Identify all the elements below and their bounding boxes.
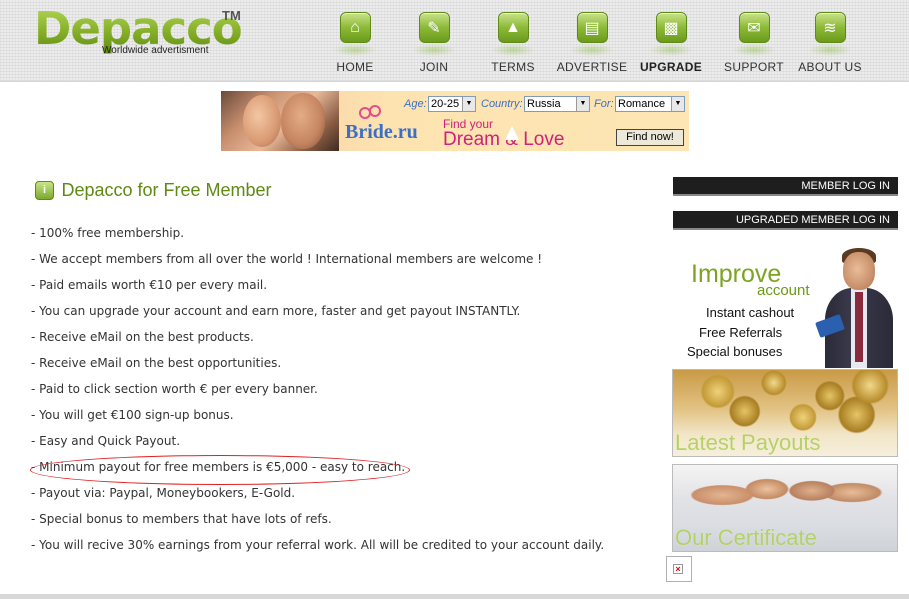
benefit-item: - You will get €100 sign-up bonus.: [31, 408, 234, 422]
woman-face: [243, 95, 281, 147]
nav-glow: [412, 44, 456, 56]
rss-icon: ≋: [814, 12, 846, 43]
benefit-item: - Payout via: Paypal, Moneybookers, E-Go…: [31, 486, 296, 500]
nav-glow: [808, 44, 852, 56]
couple-photo: [221, 91, 339, 151]
benefit-item: - You will recive 30% earnings from your…: [31, 538, 605, 552]
nav-upgrade[interactable]: ▩ UPGRADE: [631, 8, 711, 74]
age-label: Age:: [404, 98, 427, 110]
benefit-item: - Paid emails worth €10 per every mail.: [31, 278, 268, 292]
latest-payouts-label: Latest Payouts: [675, 430, 821, 455]
red-highlight-circle: [30, 455, 410, 485]
info-icon: i: [35, 181, 54, 200]
businessman-image: [815, 246, 893, 368]
improve-account-promo[interactable]: Improve account Instant cashout Free Ref…: [673, 240, 898, 368]
support-icon: ✉: [738, 12, 770, 43]
upgrade-icon: ▩: [655, 12, 687, 43]
benefit-item: - Paid to click section worth € per ever…: [31, 382, 318, 396]
nav-glow: [570, 44, 614, 56]
dropdown-arrow-icon: ▼: [671, 97, 684, 111]
header: Depacco TM Worldwide advertisment ⌂ HOME…: [0, 0, 909, 82]
benefit-item: - Receive eMail on the best opportunitie…: [31, 356, 282, 370]
nav-label: HOME: [336, 60, 374, 74]
nav-support[interactable]: ✉ SUPPORT: [714, 8, 794, 74]
age-value: 20-25: [431, 98, 460, 110]
cart-icon: ▤: [576, 12, 608, 43]
main-nav: ⌂ HOME ✎ JOIN ▲ TERMS ▤ ADVERTISE ▩ UPGR…: [0, 8, 909, 78]
country-select[interactable]: Russia ▼: [524, 96, 590, 112]
page-title: i Depacco for Free Member: [35, 180, 272, 208]
member-login-button[interactable]: MEMBER LOG IN: [673, 177, 898, 196]
benefit-item: - 100% free membership.: [31, 226, 185, 240]
improve-line: Special bonuses: [687, 344, 783, 359]
benefit-item: - Easy and Quick Payout.: [31, 434, 181, 448]
upgraded-member-login-button[interactable]: UPGRADED MEMBER LOG IN: [673, 211, 898, 230]
page-title-text: Depacco for Free Member: [61, 180, 272, 200]
nav-home[interactable]: ⌂ HOME: [315, 8, 395, 74]
nav-label: SUPPORT: [724, 60, 784, 74]
nav-join[interactable]: ✎ JOIN: [394, 8, 474, 74]
age-select[interactable]: 20-25 ▼: [428, 96, 476, 112]
benefits-list: - 100% free membership. - We accept memb…: [31, 224, 651, 562]
find-now-button[interactable]: Find now!: [616, 129, 684, 146]
nav-glow: [333, 44, 377, 56]
for-value: Romance: [618, 98, 666, 110]
broken-image-icon: ×: [666, 556, 692, 582]
nav-advertise[interactable]: ▤ ADVERTISE: [552, 8, 632, 74]
for-label: For:: [594, 98, 614, 110]
pencil-icon: ✎: [418, 12, 450, 43]
improve-line: Instant cashout: [706, 305, 795, 320]
improve-subtitle: account: [757, 282, 810, 299]
banner-brand: Bride.ru: [345, 121, 418, 143]
improve-line: Free Referrals: [699, 325, 783, 340]
nav-terms[interactable]: ▲ TERMS: [473, 8, 553, 74]
our-certificate-banner[interactable]: Our Certificate: [672, 464, 898, 552]
dropdown-arrow-icon: ▼: [462, 97, 475, 111]
country-label: Country:: [481, 98, 523, 110]
banner-dream-love: Dream & Love: [443, 129, 565, 150]
terms-icon: ▲: [497, 12, 529, 43]
home-icon: ⌂: [339, 12, 371, 43]
for-select[interactable]: Romance ▼: [615, 96, 685, 112]
page-bottom-border: [0, 594, 909, 599]
nav-label: UPGRADE: [639, 60, 703, 74]
nav-glow: [649, 44, 693, 56]
hearts-icon: [359, 105, 385, 121]
nav-label: ADVERTISE: [556, 60, 628, 74]
nav-about-us[interactable]: ≋ ABOUT US: [790, 8, 870, 74]
man-face: [281, 93, 325, 149]
benefit-item: - Special bonus to members that have lot…: [31, 512, 332, 526]
nav-label: ABOUT US: [798, 60, 862, 74]
benefit-item: - You can upgrade your account and earn …: [31, 304, 521, 318]
mouse-cursor-icon: [505, 126, 519, 140]
nav-glow: [491, 44, 535, 56]
latest-payouts-banner[interactable]: Latest Payouts: [672, 369, 898, 457]
nav-label: JOIN: [419, 60, 449, 74]
benefit-item: - We accept members from all over the wo…: [31, 252, 543, 266]
country-value: Russia: [527, 98, 561, 110]
nav-glow: [732, 44, 776, 56]
nav-label: TERMS: [491, 60, 535, 74]
our-certificate-label: Our Certificate: [675, 525, 817, 550]
bride-banner-ad[interactable]: Bride.ru Find your Dream & Love Age: 20-…: [221, 91, 689, 151]
dropdown-arrow-icon: ▼: [576, 97, 589, 111]
benefit-item: - Receive eMail on the best products.: [31, 330, 254, 344]
